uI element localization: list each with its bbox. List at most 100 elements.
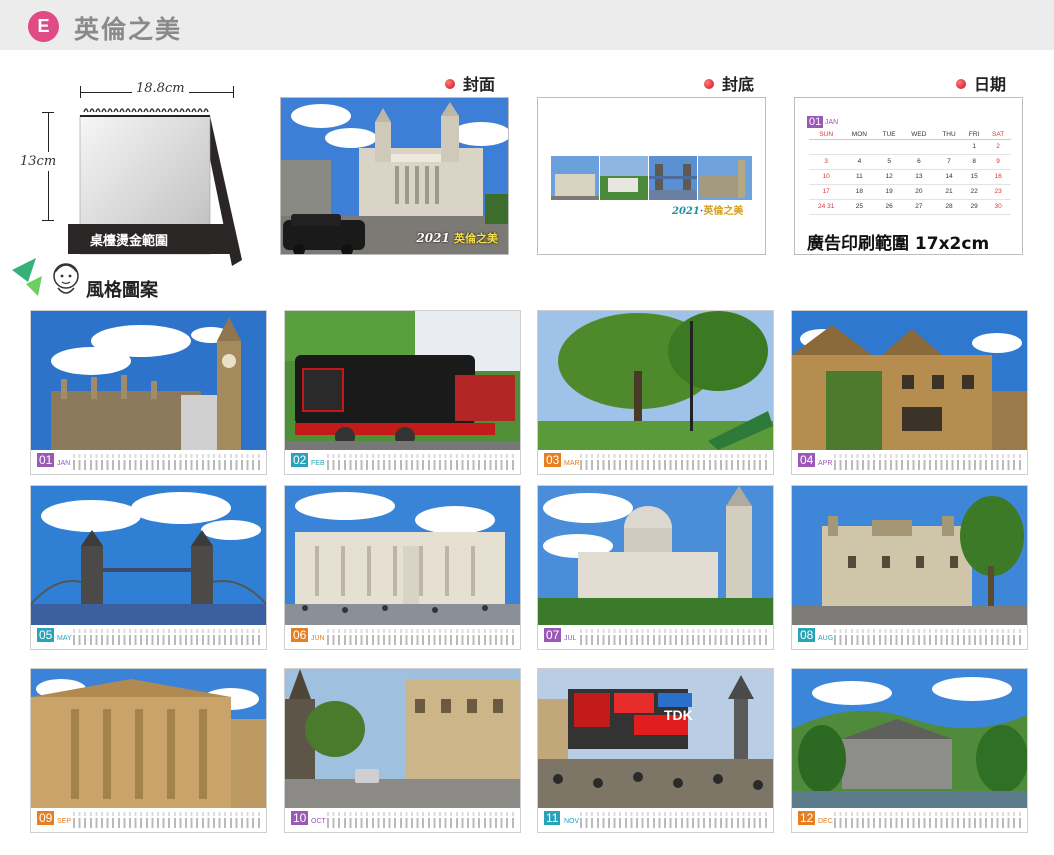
month-name: MAY xyxy=(57,635,72,642)
month-date-strip: 01 JAN xyxy=(31,450,266,474)
month-card-oct[interactable]: 10 OCT xyxy=(284,668,521,833)
calendar-day-cell xyxy=(843,139,876,155)
calendar-day-cell: 8 xyxy=(963,154,986,170)
month-card-sep[interactable]: 09 SEP xyxy=(30,668,267,833)
calendar-day-cell: 18 xyxy=(843,184,876,200)
month-photo xyxy=(538,311,773,450)
calendar-day-cell: 15 xyxy=(963,169,986,185)
calendar-day-cell: 29 xyxy=(963,199,986,215)
calendar-day-cell: 2 xyxy=(985,139,1011,155)
cover-preview[interactable]: 2021 英倫之美 xyxy=(280,97,509,255)
calendar-week-row: 10 11 12 13 14 15 16 xyxy=(809,169,1011,185)
date-ticks xyxy=(834,635,1022,645)
month-photo xyxy=(792,311,1027,450)
calendar-month-num: 01 xyxy=(807,116,824,128)
month-photo xyxy=(31,486,266,625)
calendar-day-cell: 14 xyxy=(934,169,964,185)
back-cover-photos xyxy=(551,156,752,200)
month-date-strip: 12 DEC xyxy=(792,808,1027,832)
date-ticks xyxy=(580,460,768,470)
desk-calendar-illustration xyxy=(68,108,242,266)
month-number: 09 xyxy=(37,811,55,825)
desk-calendar-diagram: 18.8cm 13cm 桌檯燙金範圍 xyxy=(18,80,258,280)
month-name: JUN xyxy=(311,635,325,642)
bullet-dot-icon xyxy=(956,79,966,89)
month-name: OCT xyxy=(311,818,326,825)
weekday-row: SUN MON TUE WED THU FRI SAT xyxy=(809,131,1011,140)
month-date-strip: 04 APR xyxy=(792,450,1027,474)
calendar-day-cell: 19 xyxy=(875,184,903,200)
month-date-strip: 05 MAY xyxy=(31,625,266,649)
month-name: NOV xyxy=(564,818,580,825)
bullet-dot-icon xyxy=(445,79,455,89)
bullet-dot-icon xyxy=(704,79,714,89)
month-name: JAN xyxy=(57,460,71,467)
style-label: 風格圖案 xyxy=(86,280,158,301)
category-badge: E xyxy=(28,11,59,42)
back-cover-preview[interactable]: 2021·英倫之美 xyxy=(537,97,766,255)
month-number: 03 xyxy=(544,453,562,467)
month-photo xyxy=(31,311,266,450)
calendar-day-cell: 16 xyxy=(985,169,1011,185)
ad-area-label: 廣告印刷範圍 17x2cm xyxy=(807,234,990,254)
calendar-day-cell: 9 xyxy=(985,154,1011,170)
weekday-ticks xyxy=(73,454,261,458)
month-name: JUL xyxy=(564,635,577,642)
calendar-day-cell: 28 xyxy=(934,199,964,215)
weekday-ticks xyxy=(327,454,515,458)
calendar-day-cell xyxy=(934,139,964,155)
back-label: 封底 xyxy=(704,71,754,95)
weekday-ticks xyxy=(580,629,768,633)
month-card-feb[interactable]: 02 FEB xyxy=(284,310,521,475)
date-ticks xyxy=(73,818,261,828)
month-photo xyxy=(285,669,520,808)
weekday-ticks xyxy=(327,812,515,816)
calendar-day-cell: 21 xyxy=(934,184,964,200)
date-ticks xyxy=(834,818,1022,828)
date-ticks xyxy=(73,635,261,645)
month-photo xyxy=(792,486,1027,625)
month-card-apr[interactable]: 04 APR xyxy=(791,310,1028,475)
month-date-strip: 09 SEP xyxy=(31,808,266,832)
month-name: SEP xyxy=(57,818,72,825)
weekday-ticks xyxy=(327,629,515,633)
month-card-nov[interactable]: TDK 11 NOV xyxy=(537,668,774,833)
weekday-ticks xyxy=(834,812,1022,816)
calendar-day-cell: 13 xyxy=(902,169,935,185)
decoration-icon xyxy=(12,258,79,296)
calendar-day-cell: 11 xyxy=(843,169,876,185)
calendar-label: 日期 xyxy=(956,71,1006,95)
calendar-day-cell: 10 xyxy=(809,169,844,185)
date-ticks xyxy=(327,460,515,470)
month-card-aug[interactable]: 08 AUG xyxy=(791,485,1028,650)
month-name: MAR xyxy=(564,460,580,467)
month-number: 02 xyxy=(291,453,309,467)
month-number: 04 xyxy=(798,453,816,467)
cover-label: 封面 xyxy=(445,71,495,95)
calendar-day-cell: 24 31 xyxy=(809,199,844,215)
month-card-mar[interactable]: 03 MAR xyxy=(537,310,774,475)
month-card-jul[interactable]: 07 JUL xyxy=(537,485,774,650)
month-photo xyxy=(285,486,520,625)
calendar-week-row: 12 xyxy=(809,139,1011,155)
month-card-may[interactable]: 05 MAY xyxy=(30,485,267,650)
weekday-ticks xyxy=(834,454,1022,458)
month-number: 11 xyxy=(544,811,561,825)
calendar-day-cell xyxy=(875,139,903,155)
weekday-ticks xyxy=(580,454,768,458)
calendar-day-cell: 12 xyxy=(875,169,903,185)
month-photo xyxy=(31,669,266,808)
calendar-date-preview[interactable]: 01 JAN SUN MON TUE WED THU FRI SAT 12345… xyxy=(794,97,1023,255)
month-card-jan[interactable]: 01 JAN xyxy=(30,310,267,475)
month-photo: TDK xyxy=(538,669,773,808)
calendar-day-cell: 17 xyxy=(809,184,844,200)
weekday-ticks xyxy=(73,812,261,816)
month-date-strip: 02 FEB xyxy=(285,450,520,474)
month-date-strip: 11 NOV xyxy=(538,808,773,832)
month-card-jun[interactable]: 06 JUN xyxy=(284,485,521,650)
month-date-strip: 06 JUN xyxy=(285,625,520,649)
calendar-week-row: 17 18 19 20 21 22 23 xyxy=(809,184,1011,200)
month-number: 12 xyxy=(798,811,816,825)
date-ticks xyxy=(580,818,768,828)
month-card-dec[interactable]: 12 DEC xyxy=(791,668,1028,833)
